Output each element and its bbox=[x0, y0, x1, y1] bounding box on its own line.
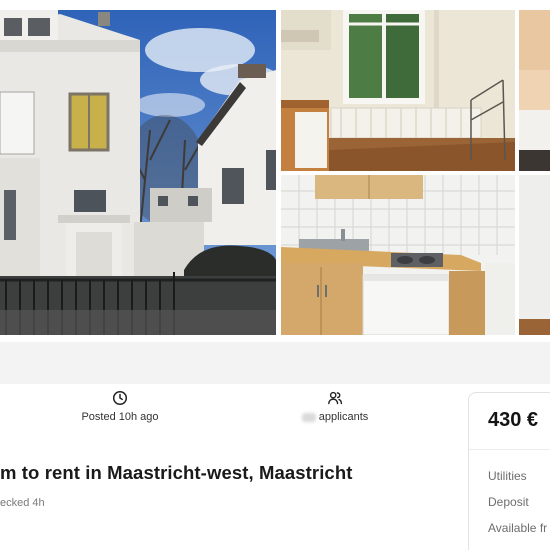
posted-info: Posted 10h ago bbox=[55, 390, 185, 423]
deposit-label: Deposit bbox=[488, 495, 529, 509]
applicants-info: applicants bbox=[270, 390, 400, 423]
listing-title: m to rent in Maastricht-west, Maastricht bbox=[0, 462, 353, 483]
utilities-label: Utilities bbox=[488, 469, 527, 483]
bedroom-photo[interactable] bbox=[519, 10, 550, 171]
price-card: 430 € Utilities Deposit Available fr bbox=[468, 392, 550, 550]
rent-price: 430 € bbox=[488, 409, 539, 431]
applicant-count-blurred bbox=[301, 412, 316, 422]
card-divider bbox=[469, 449, 550, 450]
available-from-label: Available fr bbox=[488, 521, 548, 535]
room-photo[interactable] bbox=[519, 175, 550, 335]
house-exterior-photo[interactable] bbox=[0, 10, 276, 335]
users-icon bbox=[328, 391, 343, 405]
last-checked-text: ecked 4h bbox=[0, 497, 45, 509]
gallery-footer-band bbox=[0, 342, 550, 384]
clock-icon bbox=[112, 390, 128, 406]
photo-gallery bbox=[0, 0, 550, 342]
applicants-text: applicants bbox=[318, 411, 369, 423]
posted-text: Posted 10h ago bbox=[81, 411, 159, 423]
room-window-photo[interactable] bbox=[281, 10, 515, 171]
kitchen-photo[interactable] bbox=[281, 175, 515, 335]
